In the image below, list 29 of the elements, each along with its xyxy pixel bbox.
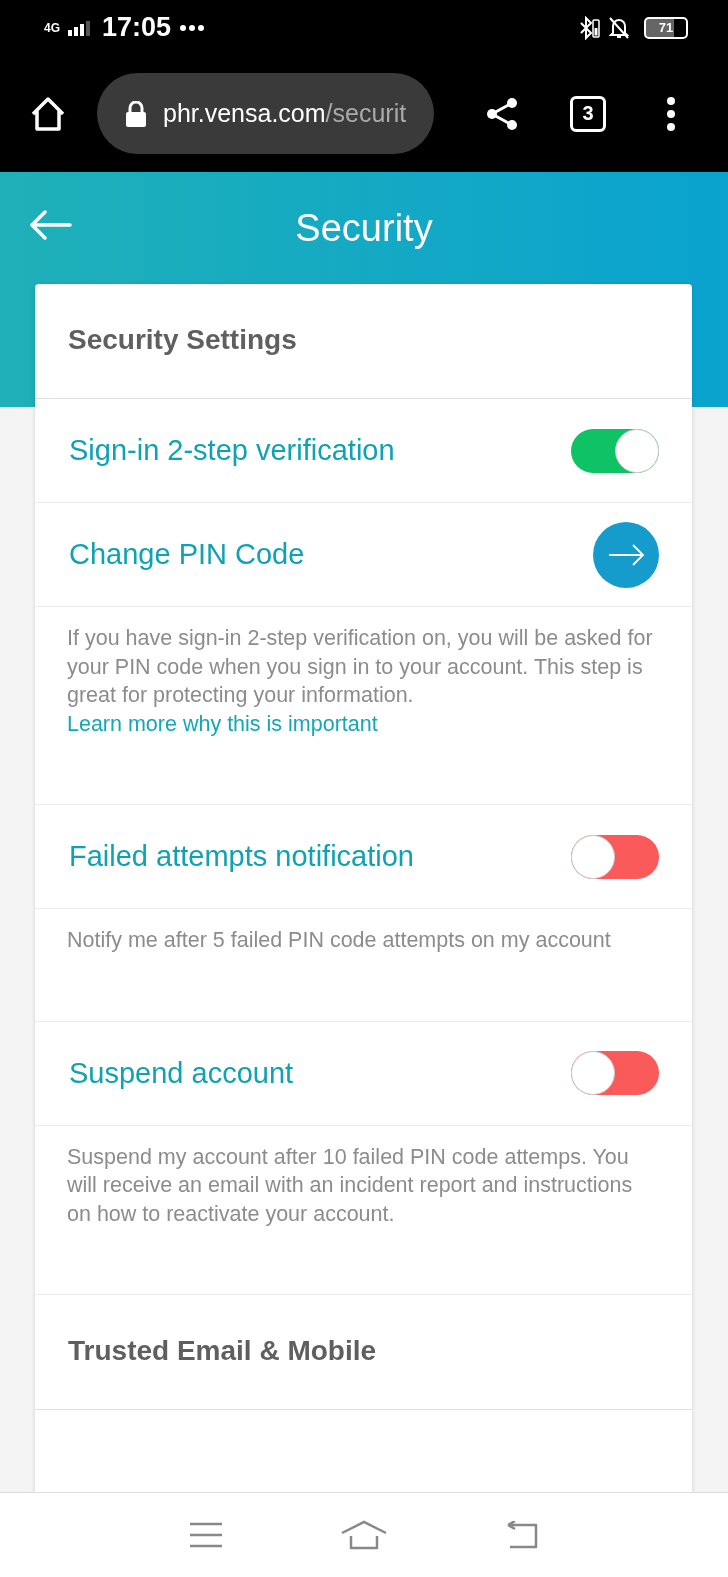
address-bar[interactable]: phr.vensa.com/securit (97, 73, 434, 154)
back-arrow-icon[interactable] (28, 210, 72, 240)
description-text: Suspend my account after 10 failed PIN code attemps. You will receive an email with an incident report and instructions on how to reactivate your account. (67, 1143, 634, 1228)
page-title: Security (295, 206, 433, 250)
muted-bell-icon (608, 15, 630, 40)
clock-time: 17:05 (102, 12, 172, 43)
description-text: Notify me after 5 failed PIN code attempts on my account (67, 927, 612, 954)
section-heading: Trusted Email & Mobile (67, 1334, 378, 1368)
setting-label: Suspend account (69, 1056, 294, 1090)
network-label: 4G (44, 20, 60, 35)
setting-label: Failed attempts notification (69, 840, 414, 873)
card-title: Security Settings (35, 284, 692, 399)
lock-icon (125, 100, 147, 127)
menu-icon[interactable] (666, 95, 676, 132)
url-text: phr.vensa.com/securit (163, 99, 407, 128)
more-dots-icon (179, 23, 206, 32)
recent-apps-icon[interactable] (188, 1521, 224, 1549)
arrow-circle-icon[interactable] (593, 521, 659, 588)
toggle-switch[interactable] (571, 834, 659, 879)
share-icon[interactable] (484, 95, 520, 132)
description-text: If you have sign-in 2-step verification on, you will be asked for your PIN code when you sign in to your account. This step is great for protecting your information. (67, 625, 654, 709)
setting-label: Change PIN Code (69, 538, 305, 571)
toggle-switch[interactable] (571, 428, 659, 473)
tab-count-button[interactable]: 3 (570, 95, 606, 132)
battery-indicator: 71 (644, 16, 688, 39)
bluetooth-icon (578, 15, 600, 40)
toggle-switch[interactable] (571, 1051, 659, 1095)
signal-icon (68, 19, 92, 36)
setting-label: Sign-in 2-step verification (69, 434, 395, 467)
